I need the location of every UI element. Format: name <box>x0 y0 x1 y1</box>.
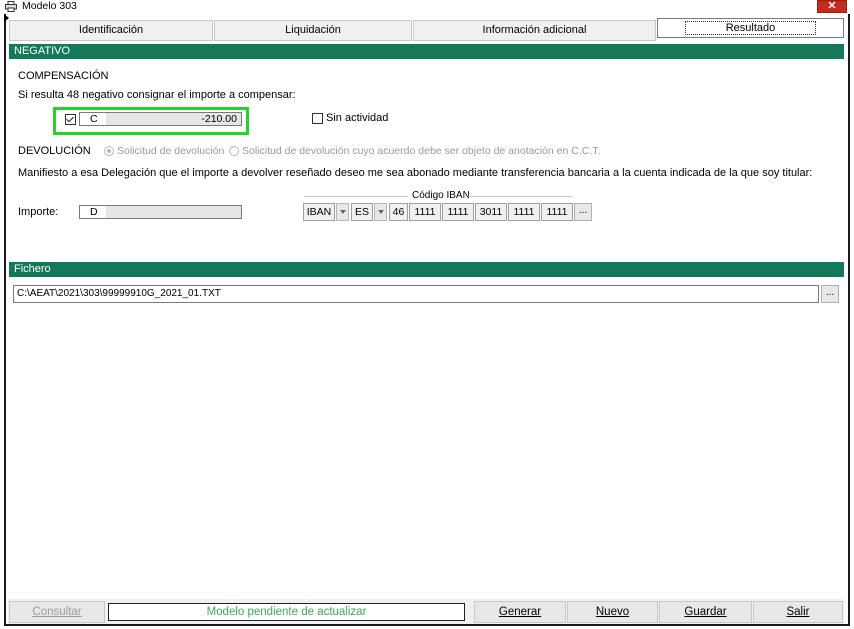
iban-block-1[interactable]: 1111 <box>409 203 441 221</box>
window-frame-bottom <box>4 624 850 626</box>
fichero-path-input[interactable]: C:\AEAT\2021\303\99999910G_2021_01.TXT <box>13 285 819 303</box>
iban-block-5[interactable]: 1111 <box>541 203 573 221</box>
radio-solicitud-cct-label: Solicitud de devolución cuyo acuerdo deb… <box>242 145 601 157</box>
iban-country-select[interactable]: ES <box>351 203 373 221</box>
salir-button-label: Salir <box>786 606 810 618</box>
title-bar <box>0 0 854 14</box>
compensar-value[interactable]: -210.00 <box>106 113 241 125</box>
salir-button[interactable]: Salir <box>753 601 843 623</box>
guardar-button[interactable]: Guardar <box>659 601 752 623</box>
iban-legend-line-right <box>468 196 572 197</box>
tab-label: Liquidación <box>285 24 341 36</box>
fichero-header: Fichero <box>9 262 844 277</box>
importe-value[interactable] <box>106 206 241 218</box>
importe-prefix: D <box>80 206 106 218</box>
status-message: Modelo pendiente de actualizar <box>108 603 465 621</box>
tab-resultado[interactable]: Resultado <box>657 18 844 38</box>
iban-legend-line-left <box>304 196 408 197</box>
negativo-header: NEGATIVO <box>9 44 844 59</box>
nuevo-button[interactable]: Nuevo <box>567 601 658 623</box>
tab-identificacion[interactable]: Identificación <box>9 20 213 41</box>
manifiesto-text: Manifiesto a esa Delegación que el impor… <box>18 167 813 179</box>
tab-label: Información adicional <box>482 24 587 36</box>
tab-informacion-adicional[interactable]: Información adicional <box>413 20 656 41</box>
nuevo-button-label: Nuevo <box>595 606 630 618</box>
sin-actividad-label: Sin actividad <box>326 112 389 124</box>
iban-block-4[interactable]: 1111 <box>508 203 540 221</box>
iban-block-3[interactable]: 3011 <box>475 203 507 221</box>
iban-check-digits[interactable]: 46 <box>389 203 408 221</box>
guardar-button-label: Guardar <box>684 606 727 618</box>
tab-label: Resultado <box>684 21 817 35</box>
tab-label: Identificación <box>78 24 144 36</box>
window-frame-right <box>848 14 850 625</box>
radio-solicitud-cct[interactable] <box>229 146 239 156</box>
close-button[interactable]: ✕ <box>817 0 847 13</box>
printer-icon <box>5 1 17 12</box>
importe-label: Importe: <box>18 206 59 218</box>
tab-liquidacion[interactable]: Liquidación <box>214 20 412 41</box>
compensacion-text: Si resulta 48 negativo consignar el impo… <box>18 89 296 101</box>
iban-block-2[interactable]: 1111 <box>442 203 474 221</box>
fichero-browse-button[interactable]: ... <box>821 285 839 303</box>
compensar-checkbox[interactable] <box>65 114 76 125</box>
consultar-button-label: Consultar <box>32 606 82 618</box>
generar-button-label: Generar <box>498 606 542 618</box>
consultar-button[interactable]: Consultar <box>9 601 105 623</box>
iban-type-select[interactable]: IBAN <box>303 203 335 221</box>
compensacion-label: COMPENSACIÓN <box>18 70 109 82</box>
compensar-prefix: C <box>80 113 106 125</box>
iban-type-dropdown-arrow-icon[interactable] <box>336 203 349 221</box>
window-title: Modelo 303 <box>22 0 77 12</box>
sin-actividad-checkbox[interactable] <box>312 113 323 124</box>
iban-country-dropdown-arrow-icon[interactable] <box>374 203 387 221</box>
radio-solicitud-devolucion-label: Solicitud de devolución <box>117 145 225 157</box>
radio-solicitud-devolucion[interactable] <box>104 146 114 156</box>
iban-legend: Código IBAN <box>412 190 470 201</box>
generar-button[interactable]: Generar <box>474 601 566 623</box>
window-frame-left <box>4 14 6 625</box>
devolucion-label: DEVOLUCIÓN <box>18 145 91 157</box>
iban-more-button[interactable]: ... <box>574 203 592 221</box>
